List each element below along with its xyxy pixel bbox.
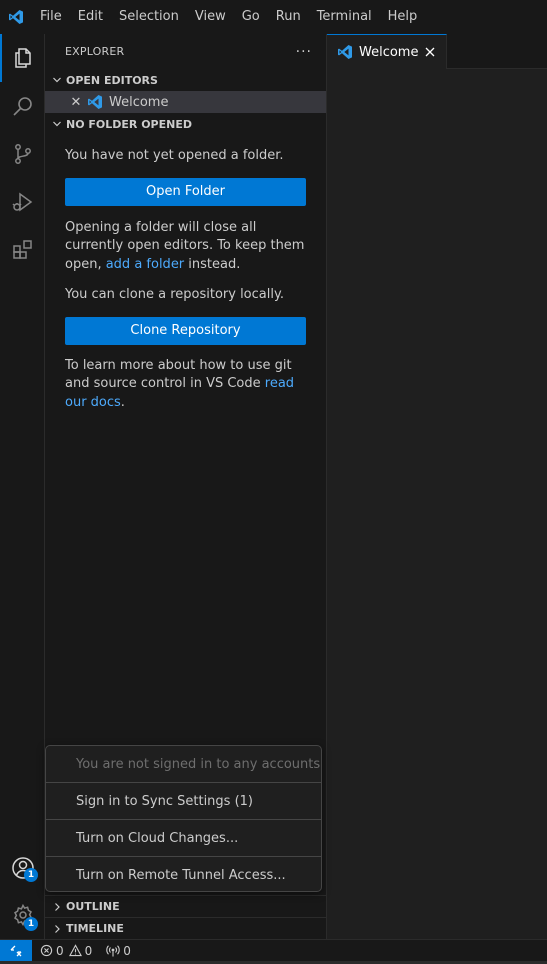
close-icon[interactable] — [422, 44, 438, 60]
menu-file[interactable]: File — [32, 0, 70, 34]
no-folder-label: NO FOLDER OPENED — [66, 117, 192, 131]
extensions-icon — [12, 240, 32, 259]
sidebar-title: EXPLORER — [65, 45, 125, 58]
explorer-button[interactable] — [0, 34, 45, 82]
extensions-button[interactable] — [0, 226, 45, 274]
source-control-icon — [14, 144, 31, 164]
error-count: 0 — [56, 943, 64, 958]
menu-run[interactable]: Run — [268, 0, 309, 34]
chevron-down-icon — [49, 72, 65, 88]
timeline-label: TIMELINE — [66, 922, 124, 935]
accounts-badge: 1 — [24, 868, 38, 882]
menu-item-remote-tunnel[interactable]: Turn on Remote Tunnel Access... — [46, 857, 321, 894]
menu-view[interactable]: View — [187, 0, 234, 34]
title-bar: File Edit Selection View Go Run Terminal… — [0, 0, 547, 34]
learn-more-message: To learn more about how to use git and s… — [65, 357, 306, 413]
learn-more-text-end: . — [120, 394, 125, 410]
open-folder-button[interactable]: Open Folder — [65, 177, 306, 206]
error-icon — [40, 944, 53, 957]
menu-item-cloud-changes[interactable]: Turn on Cloud Changes... — [46, 820, 321, 857]
search-button[interactable] — [0, 82, 45, 130]
clone-message: You can clone a repository locally. — [65, 287, 284, 302]
search-icon — [12, 97, 32, 116]
menu-bar: File Edit Selection View Go Run Terminal… — [32, 0, 425, 34]
open-editors-header[interactable]: OPEN EDITORS — [45, 69, 326, 91]
clone-repository-button[interactable]: Clone Repository — [65, 316, 306, 345]
menu-terminal[interactable]: Terminal — [309, 0, 380, 34]
opening-folder-text-end: instead. — [184, 256, 241, 272]
status-bar: 0 0 0 — [0, 939, 547, 962]
editor-area — [327, 69, 547, 939]
open-editor-item[interactable]: ✕ Welcome — [45, 91, 326, 113]
manage-badge: 1 — [24, 917, 38, 931]
source-control-button[interactable] — [0, 130, 45, 178]
menu-item-sync-settings[interactable]: Sign in to Sync Settings (1) — [46, 783, 321, 820]
vscode-file-icon — [338, 45, 352, 59]
editor-tabs: Welcome — [327, 34, 547, 69]
no-folder-message: You have not yet opened a folder. — [65, 148, 284, 163]
warning-count: 0 — [84, 943, 93, 958]
menu-help[interactable]: Help — [380, 0, 426, 34]
broadcast-icon — [106, 944, 120, 956]
run-debug-button[interactable] — [0, 178, 45, 226]
open-editor-label: Welcome — [109, 94, 169, 110]
accounts-menu: You are not signed in to any accounts Si… — [45, 745, 322, 892]
more-actions-icon[interactable]: ··· — [296, 44, 312, 60]
tab-welcome[interactable]: Welcome — [327, 34, 447, 69]
sidebar-header: EXPLORER ··· — [45, 34, 326, 69]
menu-selection[interactable]: Selection — [111, 0, 187, 34]
no-folder-content: You have not yet opened a folder. Open F… — [45, 147, 326, 412]
chevron-right-icon — [49, 921, 65, 937]
accounts-button[interactable]: 1 — [0, 844, 45, 892]
add-folder-link[interactable]: add a folder — [106, 257, 184, 272]
learn-more-text: To learn more about how to use git and s… — [65, 357, 292, 392]
vscode-logo-icon — [0, 0, 32, 34]
remote-button[interactable] — [0, 939, 32, 962]
chevron-right-icon — [49, 899, 65, 915]
activity-bar: 1 1 — [0, 34, 45, 939]
warning-icon — [68, 944, 82, 957]
menu-go[interactable]: Go — [234, 0, 268, 34]
problems-status[interactable]: 0 0 — [40, 944, 92, 958]
no-folder-header[interactable]: NO FOLDER OPENED — [45, 113, 326, 135]
outline-header[interactable]: OUTLINE — [45, 895, 326, 917]
timeline-header[interactable]: TIMELINE — [45, 917, 326, 939]
close-icon[interactable]: ✕ — [69, 95, 83, 110]
vscode-file-icon — [88, 95, 102, 109]
remote-icon — [10, 945, 22, 956]
manage-button[interactable]: 1 — [0, 891, 45, 939]
opening-folder-message: Opening a folder will close all currentl… — [65, 219, 306, 275]
tab-label: Welcome — [359, 44, 419, 60]
open-editors-label: OPEN EDITORS — [66, 73, 158, 87]
run-debug-icon — [11, 192, 32, 212]
menu-edit[interactable]: Edit — [70, 0, 111, 34]
ports-count: 0 — [123, 943, 131, 958]
chevron-down-icon — [49, 116, 65, 132]
outline-label: OUTLINE — [66, 900, 120, 913]
ports-status[interactable]: 0 — [106, 944, 131, 958]
menu-item-not-signed-in: You are not signed in to any accounts — [46, 746, 321, 783]
files-icon — [14, 48, 31, 68]
